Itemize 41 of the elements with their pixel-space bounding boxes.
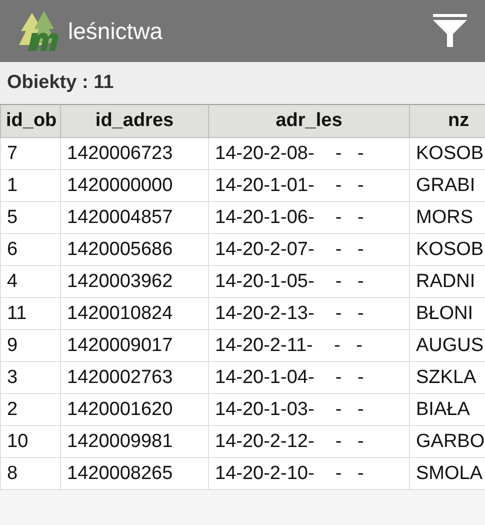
table-cell: 1420000000 [60, 170, 208, 202]
table-cell: 14-20-2-08- - - [208, 138, 410, 170]
table-cell: 4 [0, 266, 60, 298]
table-cell: 1420009981 [60, 426, 208, 458]
table-cell: 5 [0, 202, 60, 234]
table-cell: 1420005686 [60, 234, 208, 266]
table-cell: 6 [0, 234, 60, 266]
table-cell: 3 [0, 362, 60, 394]
table-cell: 1 [0, 170, 60, 202]
column-header[interactable]: id_adres [60, 104, 208, 138]
table-cell: 1420010824 [60, 298, 208, 330]
table-cell: 14-20-1-06- - - [208, 202, 410, 234]
table-cell: 14-20-1-01- - - [208, 170, 410, 202]
table-cell: 1420003962 [60, 266, 208, 298]
table-cell: 14-20-2-11- - - [208, 330, 410, 362]
table-cell: 1420004857 [60, 202, 208, 234]
table-cell: 10 [0, 426, 60, 458]
object-count: Obiekty : 11 [7, 72, 114, 94]
table-cell: 9 [0, 330, 60, 362]
logo-icon [18, 11, 60, 51]
table-cell: 14-20-2-07- - - [208, 234, 410, 266]
table-cell: 1420001620 [60, 394, 208, 426]
table-cell: 11 [0, 298, 60, 330]
table-cell: 1420002763 [60, 362, 208, 394]
table-cell: 1420008265 [60, 458, 208, 490]
table-cell: 14-20-1-05- - - [208, 266, 410, 298]
table-cell: 7 [0, 138, 60, 170]
table-cell: 14-20-2-12- - - [208, 426, 410, 458]
table-cell: 1420009017 [60, 330, 208, 362]
app-title: leśnictwa [68, 18, 164, 44]
table-cell: 14-20-2-13- - - [208, 298, 410, 330]
table-cell: 14-20-2-10- - - [208, 458, 410, 490]
column-header[interactable]: adr_les [208, 104, 410, 138]
filter-icon[interactable] [433, 14, 467, 48]
table-cell: 1420006723 [60, 138, 208, 170]
table-cell: 14-20-1-03- - - [208, 394, 410, 426]
column-header[interactable]: nz [410, 104, 485, 138]
table-cell: 2 [0, 394, 60, 426]
table-cell: 8 [0, 458, 60, 490]
table-cell: 14-20-1-04- - - [208, 362, 410, 394]
column-header[interactable]: id_ob [0, 104, 60, 138]
